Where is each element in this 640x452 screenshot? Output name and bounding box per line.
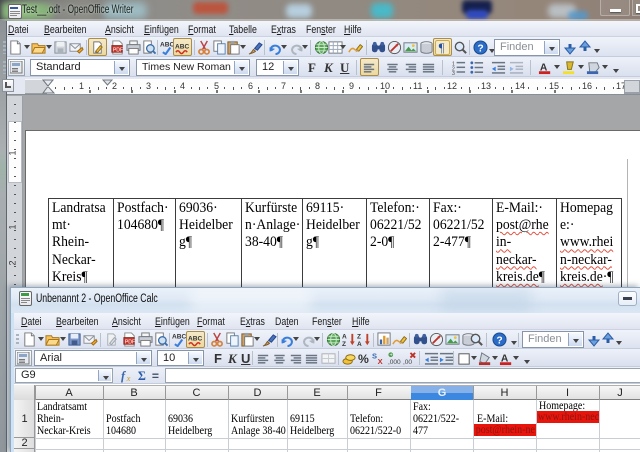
svg-text:Σ: Σ <box>138 369 146 383</box>
svg-text:+: + <box>389 353 392 359</box>
svg-text:ABC: ABC <box>172 334 186 341</box>
svg-text:=: = <box>152 369 159 383</box>
svg-text:?: ? <box>496 335 502 346</box>
svg-text:3: 3 <box>452 71 455 75</box>
svg-text:PDF: PDF <box>113 47 123 53</box>
svg-text:%: % <box>358 352 369 366</box>
svg-text:,00: ,00 <box>403 359 412 366</box>
svg-text:,000: ,000 <box>388 359 401 366</box>
svg-text:PDF: PDF <box>125 339 135 345</box>
svg-text:ABC: ABC <box>188 335 202 342</box>
svg-text:A: A <box>357 341 362 347</box>
svg-text:ABC: ABC <box>175 43 189 50</box>
svg-text:S: S <box>372 352 377 361</box>
svg-text:x: x <box>126 373 131 383</box>
svg-text:¶: ¶ <box>439 41 445 55</box>
svg-text:?: ? <box>477 43 483 54</box>
svg-text:Z: Z <box>357 334 361 341</box>
svg-text:X: X <box>378 357 383 366</box>
svg-text:Z: Z <box>342 341 346 347</box>
svg-text:A: A <box>342 334 347 341</box>
